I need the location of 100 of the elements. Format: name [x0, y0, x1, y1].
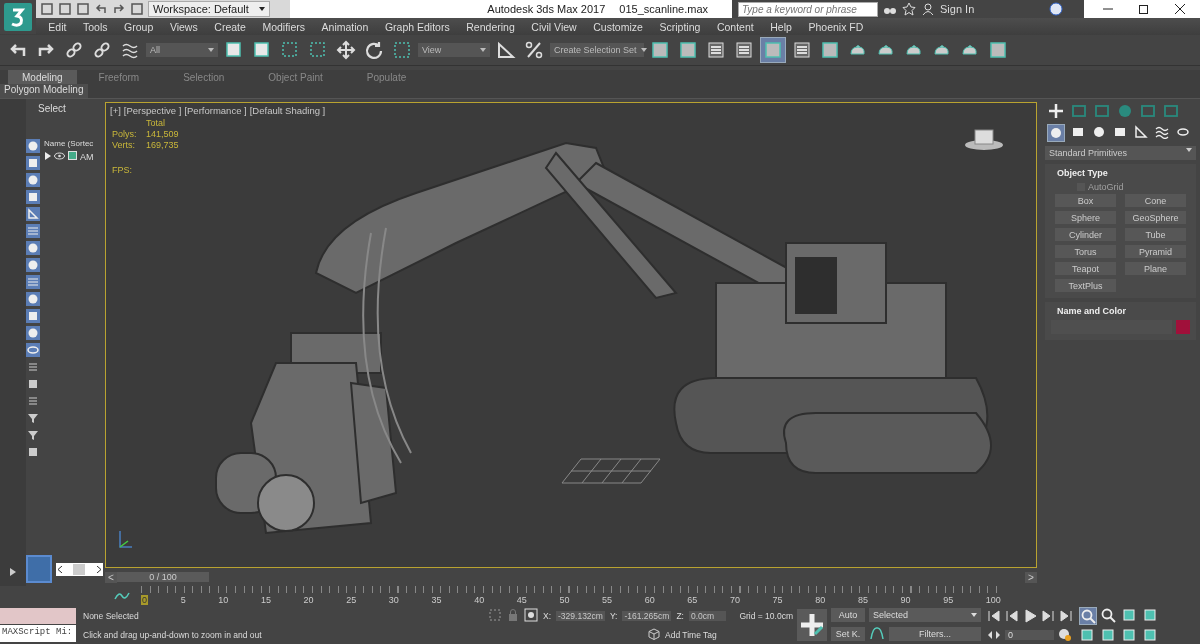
menu-item[interactable]: Scripting [651, 20, 709, 33]
menu-item[interactable]: Customize [584, 20, 652, 33]
primitive-button[interactable]: Plane [1125, 262, 1186, 275]
redo-icon[interactable] [112, 2, 126, 16]
funnel-icon[interactable] [26, 428, 40, 442]
help-icon[interactable] [1049, 2, 1064, 16]
rollout-header[interactable]: Object Type [1049, 166, 1192, 182]
circle-icon[interactable] [26, 139, 40, 153]
ribbon-tab[interactable]: Populate [344, 70, 429, 84]
user-icon[interactable] [921, 2, 935, 16]
maximize-icon[interactable] [1138, 3, 1150, 15]
expand-arrow-icon[interactable] [44, 151, 51, 162]
chevron-right-icon[interactable] [97, 565, 101, 573]
menu-item[interactable]: Help [762, 20, 801, 33]
horizontal-scrollbar[interactable] [55, 562, 103, 576]
funnel-icon[interactable] [26, 411, 40, 425]
object-name[interactable]: AM [80, 151, 94, 162]
play-icon[interactable] [1023, 608, 1037, 623]
circle-icon[interactable] [26, 173, 40, 187]
previous-frame-button[interactable]: < [105, 571, 117, 583]
set-key-button[interactable]: Set K. [831, 626, 865, 641]
menu-item[interactable]: Rendering [458, 20, 524, 33]
current-frame-field[interactable]: 0 [1005, 629, 1054, 640]
workspace-dropdown[interactable]: Workspace: Default [148, 1, 270, 17]
square-icon[interactable] [26, 190, 40, 204]
viewport-menu-label[interactable]: [Perspective ] [123, 105, 182, 116]
primitive-button[interactable]: Tube [1125, 228, 1186, 241]
go-to-end-icon[interactable] [1059, 608, 1073, 623]
undo-icon[interactable] [94, 2, 108, 16]
viewport-menu-label[interactable]: [Default Shading ] [249, 105, 326, 116]
chevron-left-icon[interactable] [57, 565, 62, 573]
ribbon-tab[interactable]: Modeling [8, 70, 77, 84]
set-key-icon[interactable] [797, 609, 827, 641]
primitive-button[interactable]: Box [1055, 194, 1116, 207]
next-frame-button[interactable]: > [1025, 571, 1037, 583]
circle-icon[interactable] [26, 241, 40, 255]
menu-item[interactable]: Tools [74, 20, 116, 33]
expand-arrow-icon[interactable] [9, 568, 17, 576]
go-to-start-icon[interactable] [987, 608, 1001, 623]
time-slider-track[interactable]: 0 / 100 [117, 572, 1025, 582]
star-icon[interactable] [902, 2, 916, 16]
x-coordinate-field[interactable]: -329.132cm [556, 611, 605, 621]
menu-item[interactable]: Create [206, 20, 255, 33]
square-icon[interactable] [26, 309, 40, 323]
key-filter-dropdown[interactable]: Selected [869, 607, 981, 622]
square-icon[interactable] [26, 156, 40, 170]
auto-key-button[interactable]: Auto [831, 607, 865, 622]
next-key-icon[interactable] [1041, 608, 1055, 623]
search-field[interactable]: Type a keyword or phrase [738, 1, 878, 17]
key-filters-button[interactable]: Filters... [889, 626, 981, 641]
menu-item[interactable]: Modifiers [254, 20, 314, 33]
zoom-all-icon[interactable] [1100, 607, 1118, 625]
y-coordinate-field[interactable]: -161.265cm [622, 611, 672, 621]
menu-item[interactable]: Group [115, 20, 162, 33]
primitive-button[interactable]: GeoSphere [1125, 211, 1186, 224]
primitive-button[interactable]: Cylinder [1055, 228, 1116, 241]
ribbon-panel-tab[interactable]: Polygon Modeling [0, 84, 88, 98]
object-color-swatch[interactable] [1176, 320, 1190, 334]
z-coordinate-field[interactable]: 0.0cm [688, 611, 727, 621]
list-icon[interactable] [26, 360, 40, 374]
square-icon[interactable] [26, 377, 40, 391]
circle-icon[interactable] [26, 292, 40, 306]
list-icon[interactable] [26, 394, 40, 408]
ribbon-tab[interactable]: Selection [161, 70, 247, 84]
menu-item[interactable]: Edit [40, 20, 75, 33]
viewport[interactable]: [+] [Perspective ] [Performance ] [Default Shading ] Total Polys: 141,509 Verts: 169,735 FPS: [105, 102, 1037, 568]
time-tag-button[interactable]: Add Time Tag [665, 630, 717, 640]
primitive-button[interactable]: TextPlus [1055, 279, 1116, 292]
primitive-button[interactable]: Sphere [1055, 211, 1116, 224]
circle-icon[interactable] [26, 258, 40, 272]
primitive-button[interactable]: Teapot [1055, 262, 1116, 275]
plus-icon[interactable] [1047, 102, 1065, 120]
selection-set-dropdown[interactable]: Create Selection Set [550, 43, 644, 57]
menu-item[interactable]: Content [708, 20, 762, 33]
ribbon-tab[interactable]: Object Paint [246, 70, 345, 84]
viewport-menu-label[interactable]: [+] [110, 105, 121, 116]
ribbon-tab[interactable]: Freeform [76, 70, 162, 84]
coordinate-system-dropdown[interactable]: View [418, 43, 490, 57]
maxscript-listener-field[interactable]: MAXScript Mi: [0, 625, 76, 642]
menu-item[interactable]: Views [161, 20, 206, 33]
transform-mode-icon[interactable] [524, 608, 538, 624]
triangle-icon[interactable] [26, 207, 40, 221]
column-header[interactable]: Name (Sortec [44, 139, 103, 148]
command-input-field[interactable] [0, 608, 76, 624]
menu-item[interactable]: Animation [313, 20, 377, 33]
app-logo-icon[interactable] [0, 0, 36, 34]
menu-item[interactable]: Graph Editors [376, 20, 458, 33]
viewport-menu-label[interactable]: [Performance ] [184, 105, 247, 116]
selection-filter-dropdown[interactable]: All [146, 43, 218, 57]
clock-icon[interactable] [1058, 627, 1072, 642]
close-icon[interactable] [1174, 3, 1186, 15]
move-icon[interactable] [334, 38, 358, 62]
square-icon[interactable] [26, 445, 40, 459]
sign-in-link[interactable]: Sign In [940, 3, 975, 15]
primitive-button[interactable]: Cone [1125, 194, 1186, 207]
circle-icon[interactable] [26, 326, 40, 340]
menu-item[interactable]: Civil View [523, 20, 585, 33]
time-slider-handle[interactable]: 0 / 100 [117, 572, 209, 582]
category-dropdown[interactable]: Standard Primitives [1045, 146, 1196, 160]
primitive-button[interactable]: Pyramid [1125, 245, 1186, 258]
